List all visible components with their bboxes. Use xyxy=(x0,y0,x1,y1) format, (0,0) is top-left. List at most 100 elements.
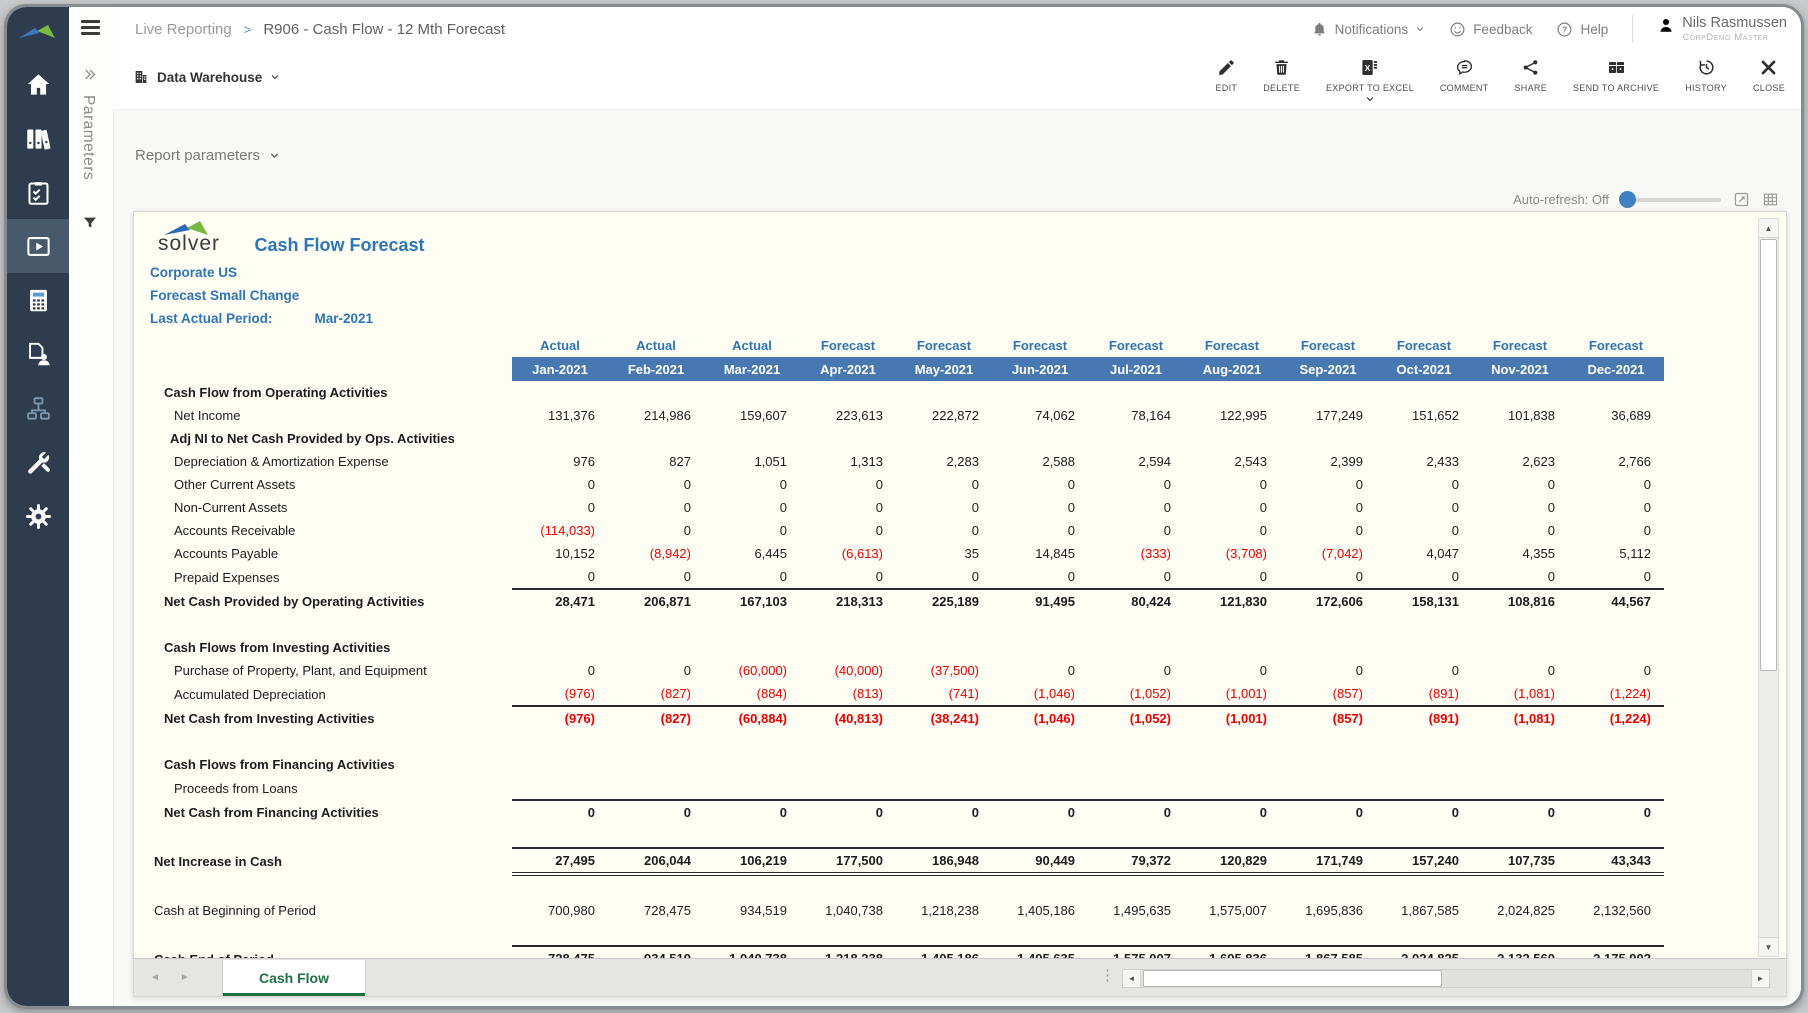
cell[interactable]: 0 xyxy=(800,473,896,496)
row-label[interactable]: Accounts Receivable xyxy=(144,519,512,542)
vertical-scrollbar[interactable]: ▲ ▼ xyxy=(1758,218,1779,957)
cell[interactable]: 0 xyxy=(704,496,800,519)
cell[interactable]: 6,445 xyxy=(704,542,800,565)
cell[interactable]: 0 xyxy=(992,659,1088,682)
scroll-right-button[interactable]: ► xyxy=(1751,970,1769,987)
period-type-header[interactable]: Forecast xyxy=(800,334,896,357)
prev-sheet-button[interactable]: ◄ xyxy=(150,972,160,983)
cell[interactable]: 0 xyxy=(1472,565,1568,589)
row-label[interactable]: Accounts Payable xyxy=(144,542,512,565)
cell[interactable]: 158,131 xyxy=(1376,589,1472,613)
cell[interactable]: 157,240 xyxy=(1376,848,1472,874)
cell[interactable]: (976) xyxy=(512,682,608,706)
auto-refresh-slider[interactable] xyxy=(1621,198,1721,202)
cell[interactable] xyxy=(1568,427,1664,450)
column-header[interactable]: Sep-2021 xyxy=(1280,357,1376,381)
cell[interactable]: 0 xyxy=(800,565,896,589)
column-header[interactable]: Jul-2021 xyxy=(1088,357,1184,381)
period-type-header[interactable]: Forecast xyxy=(896,334,992,357)
column-header[interactable]: Jan-2021 xyxy=(512,357,608,381)
cell[interactable]: 2,543 xyxy=(1184,450,1280,473)
report-parameters-toggle[interactable]: Report parameters xyxy=(135,147,280,164)
cell[interactable]: 10,152 xyxy=(512,542,608,565)
cell[interactable]: (37,500) xyxy=(896,659,992,682)
comment-button[interactable]: COMMENT xyxy=(1440,58,1489,104)
cell[interactable]: 0 xyxy=(992,496,1088,519)
cell[interactable]: 0 xyxy=(1568,565,1664,589)
horizontal-scroll-thumb[interactable] xyxy=(1143,970,1442,987)
cell[interactable]: (1,046) xyxy=(992,682,1088,706)
cell[interactable]: (3,708) xyxy=(1184,542,1280,565)
cell[interactable]: 5,112 xyxy=(1568,542,1664,565)
cell[interactable]: 186,948 xyxy=(896,848,992,874)
cell[interactable]: (813) xyxy=(800,682,896,706)
period-type-header[interactable]: Forecast xyxy=(1376,334,1472,357)
cell[interactable] xyxy=(1568,776,1664,800)
cell[interactable] xyxy=(608,427,704,450)
cell[interactable] xyxy=(704,776,800,800)
sidebar-item-settings[interactable] xyxy=(7,489,69,543)
cell[interactable]: (741) xyxy=(896,682,992,706)
cell[interactable] xyxy=(992,427,1088,450)
export-to-excel-button[interactable]: XEXPORT TO EXCEL xyxy=(1326,58,1414,104)
cell[interactable] xyxy=(1376,753,1472,776)
cell[interactable]: 0 xyxy=(992,519,1088,542)
cell[interactable]: 0 xyxy=(1088,659,1184,682)
slider-knob[interactable] xyxy=(1619,191,1636,208)
row-label[interactable]: Adj NI to Net Cash Provided by Ops. Acti… xyxy=(144,427,512,450)
cell[interactable]: 0 xyxy=(800,800,896,824)
cell[interactable] xyxy=(608,381,704,404)
cell[interactable]: 1,040,738 xyxy=(800,899,896,922)
row-label[interactable]: Net Cash from Financing Activities xyxy=(144,800,512,824)
row-label[interactable]: Proceeds from Loans xyxy=(144,776,512,800)
sidebar-item-tasks[interactable] xyxy=(7,165,69,219)
cell[interactable]: 222,872 xyxy=(896,404,992,427)
column-header[interactable]: Mar-2021 xyxy=(704,357,800,381)
cell[interactable]: 214,986 xyxy=(608,404,704,427)
cell[interactable]: 80,424 xyxy=(1088,589,1184,613)
cell[interactable]: 0 xyxy=(992,800,1088,824)
feedback-button[interactable]: Feedback xyxy=(1449,21,1532,38)
cell[interactable]: 0 xyxy=(1568,659,1664,682)
cell[interactable]: 0 xyxy=(1280,659,1376,682)
cell[interactable] xyxy=(1280,776,1376,800)
cell[interactable]: 43,343 xyxy=(1568,848,1664,874)
cell[interactable]: 0 xyxy=(896,496,992,519)
cell[interactable]: 0 xyxy=(1568,519,1664,542)
cell[interactable]: 1,051 xyxy=(704,450,800,473)
row-label[interactable]: Prepaid Expenses xyxy=(144,565,512,589)
filter-icon[interactable] xyxy=(82,215,98,231)
cell[interactable]: 0 xyxy=(1376,496,1472,519)
cell[interactable]: 1,695,836 xyxy=(1280,899,1376,922)
cell[interactable] xyxy=(1376,427,1472,450)
period-type-header[interactable]: Forecast xyxy=(1472,334,1568,357)
cell[interactable]: 206,871 xyxy=(608,589,704,613)
cell[interactable] xyxy=(512,636,608,659)
data-source-selector[interactable]: Data Warehouse xyxy=(133,69,280,85)
cell[interactable]: 0 xyxy=(608,565,704,589)
cell[interactable]: 4,047 xyxy=(1376,542,1472,565)
cell[interactable] xyxy=(992,636,1088,659)
cell[interactable] xyxy=(512,776,608,800)
cell[interactable] xyxy=(1472,381,1568,404)
cell[interactable] xyxy=(992,381,1088,404)
cell[interactable]: 0 xyxy=(512,473,608,496)
cell[interactable]: 0 xyxy=(896,519,992,542)
column-header[interactable]: Apr-2021 xyxy=(800,357,896,381)
cell[interactable] xyxy=(1088,776,1184,800)
cell[interactable]: 1,405,186 xyxy=(992,899,1088,922)
cell[interactable]: 0 xyxy=(1472,800,1568,824)
cell[interactable]: 0 xyxy=(800,519,896,542)
cell[interactable] xyxy=(1376,636,1472,659)
cell[interactable]: 1,313 xyxy=(800,450,896,473)
cell[interactable]: 0 xyxy=(1280,565,1376,589)
user-menu[interactable]: Nils Rasmussen CorpDemo Master xyxy=(1657,16,1787,43)
cell[interactable]: 223,613 xyxy=(800,404,896,427)
cell[interactable]: 0 xyxy=(1184,659,1280,682)
menu-icon[interactable] xyxy=(81,20,100,38)
cell[interactable]: (1,001) xyxy=(1184,706,1280,730)
cell[interactable]: 44,567 xyxy=(1568,589,1664,613)
cell[interactable]: 108,816 xyxy=(1472,589,1568,613)
cell[interactable]: 0 xyxy=(1088,565,1184,589)
column-header[interactable]: Nov-2021 xyxy=(1472,357,1568,381)
